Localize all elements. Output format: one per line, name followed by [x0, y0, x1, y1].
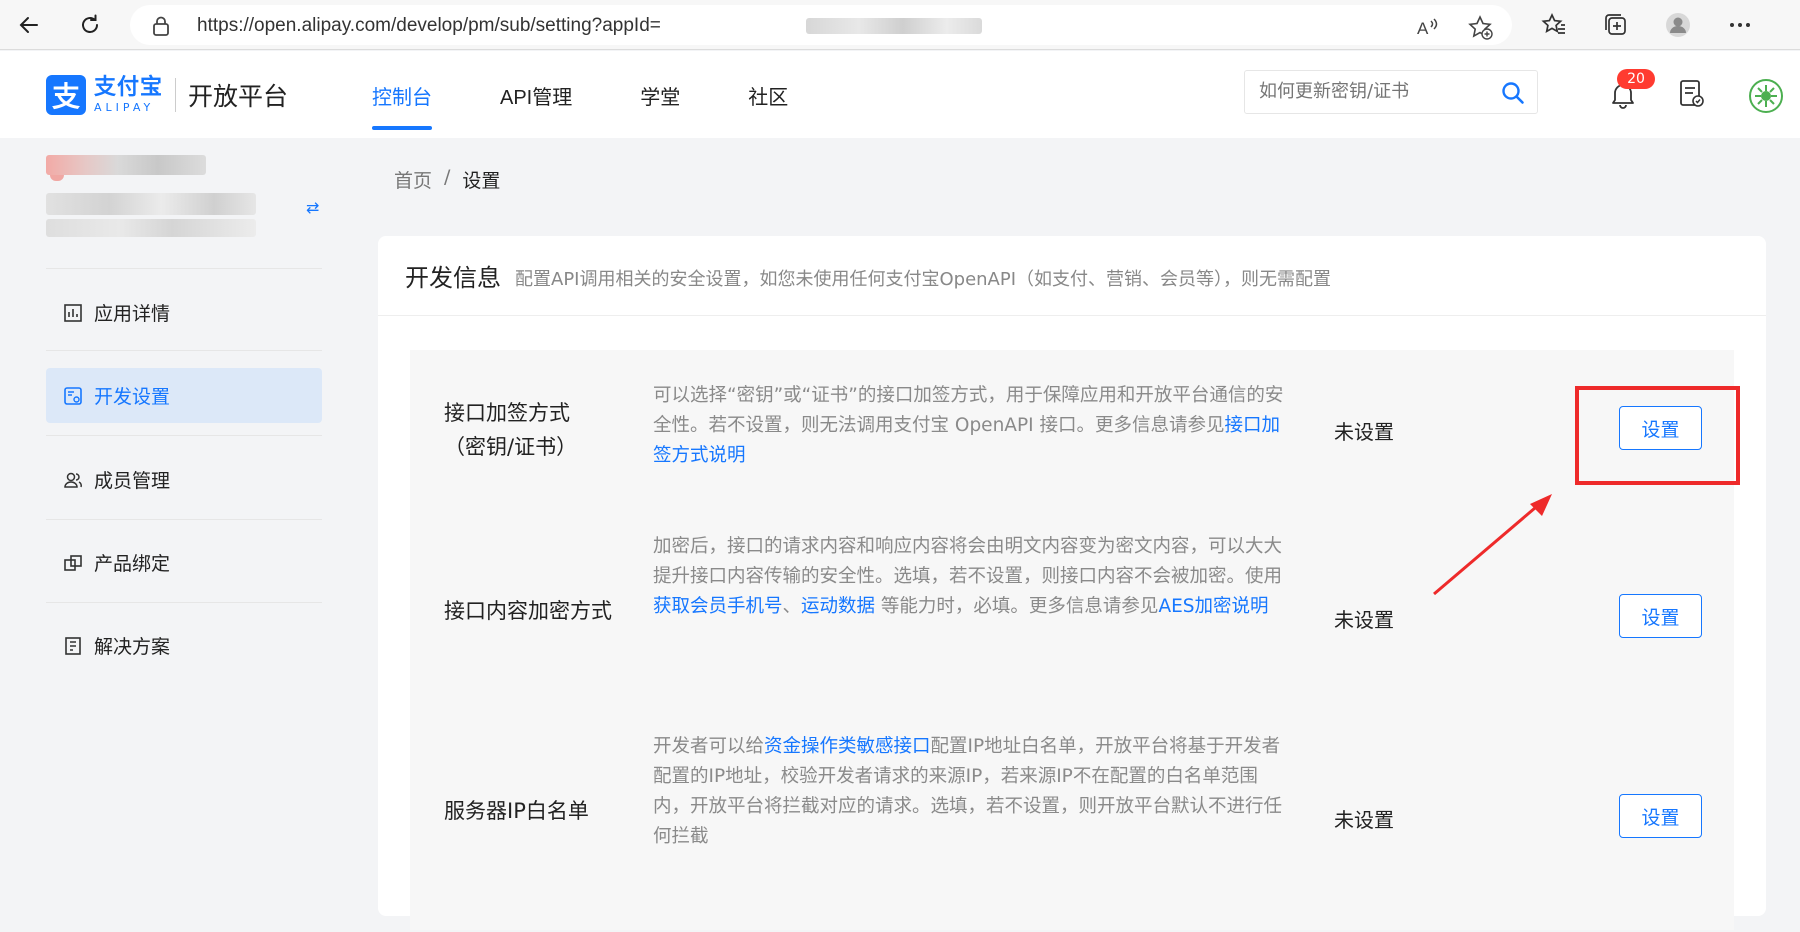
sidebar-divider: [46, 350, 322, 351]
collections-icon[interactable]: [1603, 12, 1629, 38]
row-description: 可以选择“密钥”或“证书”的接口加签方式，用于保障应用和开放平台通信的安全性。若…: [653, 385, 1284, 466]
card-description: 配置API调用相关的安全设置，如您未使用任何支付宝OpenAPI（如支付、营销、…: [515, 268, 1332, 290]
logo-cn: 支付宝: [94, 75, 164, 100]
address-bar[interactable]: https://open.alipay.com/develop/pm/sub/s…: [130, 5, 1512, 45]
refresh-icon[interactable]: [75, 10, 105, 40]
row-description: 加密后，接口的请求内容和响应内容将会由明文内容变为密文内容，可以大大提升接口内容…: [653, 536, 1283, 617]
sidebar-item-dev-settings[interactable]: 开发设置: [46, 368, 322, 423]
sidebar-item-label: 开发设置: [94, 386, 171, 408]
breadcrumb-current: 设置: [462, 170, 501, 192]
sidebar-item-label: 成员管理: [94, 470, 171, 492]
row-status: 未设置: [1334, 808, 1394, 832]
search-icon[interactable]: [1501, 81, 1525, 109]
sidebar-divider: [46, 268, 322, 269]
logo-en: ALIPAY: [94, 101, 155, 114]
search-input[interactable]: [1259, 81, 1499, 102]
sidebar-divider: [46, 602, 322, 603]
chart-icon: [62, 302, 84, 324]
user-avatar[interactable]: [1749, 79, 1783, 113]
browser-toolbar: https://open.alipay.com/develop/pm/sub/s…: [0, 0, 1800, 50]
breadcrumb-separator: /: [444, 166, 451, 188]
search-box[interactable]: [1244, 70, 1538, 114]
sidebar-item-app-details[interactable]: 应用详情: [46, 285, 322, 340]
favorites-icon[interactable]: [1541, 12, 1567, 38]
row-name: 接口内容加密方式: [444, 599, 612, 623]
url-text[interactable]: https://open.alipay.com/develop/pm/sub/s…: [197, 15, 661, 37]
sidebar-item-members[interactable]: 成员管理: [46, 452, 322, 507]
setting-row-ip-whitelist: 服务器IP白名单 开发者可以给资金操作类敏感接口配置IP地址白名单，开放平台将基…: [410, 722, 1734, 932]
switch-app-icon[interactable]: ⇄: [306, 198, 319, 217]
row-name: 接口加签方式 （密钥/证书）: [444, 401, 578, 459]
logo-divider: [175, 78, 177, 112]
link-sport-data[interactable]: 运动数据: [801, 596, 875, 617]
alipay-logo[interactable]: 支 支付宝 ALIPAY 开放平台: [46, 75, 288, 115]
notification-badge: 20: [1617, 69, 1655, 89]
sidebar-divider: [46, 435, 322, 436]
settings-panel: 接口加签方式 （密钥/证书） 可以选择“密钥”或“证书”的接口加签方式，用于保障…: [410, 350, 1734, 930]
product-bind-icon: [62, 552, 84, 574]
dev-settings-icon: [62, 385, 84, 407]
members-icon: [62, 469, 84, 491]
add-favorite-icon[interactable]: [1468, 15, 1493, 40]
card-header: 开发信息 配置API调用相关的安全设置，如您未使用任何支付宝OpenAPI（如支…: [378, 236, 1766, 316]
sidebar-item-label: 产品绑定: [94, 553, 171, 575]
link-aes-guide[interactable]: AES加密说明: [1158, 596, 1268, 617]
sidebar-divider: [46, 519, 322, 520]
row-description: 开发者可以给资金操作类敏感接口配置IP地址白名单，开放平台将基于开发者配置的IP…: [653, 736, 1283, 847]
nav-community[interactable]: 社区: [748, 81, 788, 110]
platform-name: 开放平台: [188, 82, 289, 111]
row-status: 未设置: [1334, 608, 1394, 632]
sidebar-item-product-binding[interactable]: 产品绑定: [46, 535, 322, 590]
solution-icon: [62, 635, 84, 657]
nav-api-management[interactable]: API管理: [500, 81, 572, 110]
sidebar-item-solutions[interactable]: 解决方案: [46, 618, 322, 673]
breadcrumb-home[interactable]: 首页: [394, 166, 432, 193]
site-header: 支 支付宝 ALIPAY 开放平台 控制台 API管理 学堂 社区 20: [0, 51, 1800, 138]
app-info-redacted: [46, 155, 326, 245]
more-icon[interactable]: [1727, 12, 1753, 38]
lock-icon[interactable]: [152, 16, 170, 40]
url-redacted: [806, 18, 982, 34]
sidebar-item-label: 应用详情: [94, 303, 171, 325]
row-status: 未设置: [1334, 420, 1394, 444]
logo-mark: 支: [46, 75, 86, 115]
main-nav: 控制台 API管理 学堂 社区: [372, 81, 856, 130]
back-icon[interactable]: [14, 10, 44, 40]
encryption-setting-button[interactable]: 设置: [1619, 594, 1702, 638]
svg-text:A: A: [1417, 19, 1429, 38]
document-check-icon[interactable]: [1679, 79, 1705, 113]
nav-console[interactable]: 控制台: [372, 81, 432, 130]
annotation-arrow: [1433, 494, 1552, 596]
breadcrumb: 首页 / 设置: [394, 166, 500, 193]
card-title: 开发信息: [405, 264, 501, 292]
annotation-highlight-box: [1575, 386, 1740, 485]
row-name: 服务器IP白名单: [444, 799, 589, 823]
nav-academy[interactable]: 学堂: [640, 81, 680, 110]
link-sensitive-api[interactable]: 资金操作类敏感接口: [764, 736, 931, 757]
read-aloud-icon[interactable]: A: [1416, 15, 1440, 39]
sidebar-item-label: 解决方案: [94, 636, 171, 658]
ip-whitelist-setting-button[interactable]: 设置: [1619, 794, 1702, 838]
profile-icon[interactable]: [1665, 12, 1691, 38]
link-member-phone[interactable]: 获取会员手机号: [653, 596, 783, 617]
